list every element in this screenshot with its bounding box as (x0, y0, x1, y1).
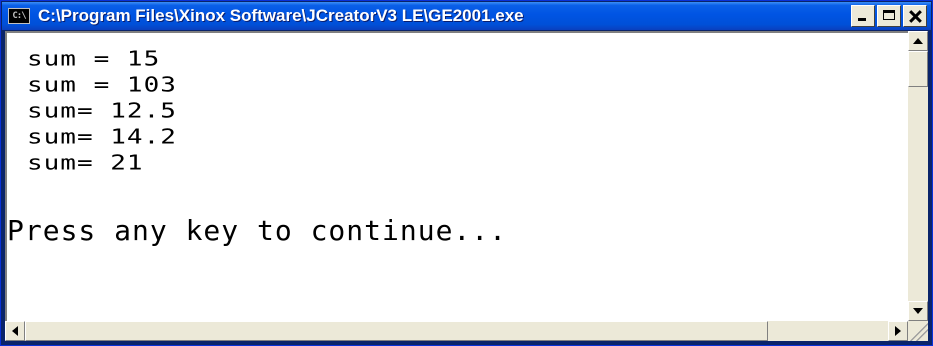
arrow-down-icon (913, 308, 923, 314)
minimize-button[interactable] (851, 5, 875, 27)
output-line: sum= 14.2 (27, 125, 177, 149)
horizontal-scrollbar[interactable] (5, 321, 908, 341)
scroll-left-button[interactable] (5, 321, 25, 341)
console-window: C:\ C:\Program Files\Xinox Software\JCre… (0, 0, 933, 346)
client-area: sum = 15 sum = 103 sum= 12.5 sum= 14.2 s… (5, 31, 928, 341)
console-output[interactable]: sum = 15 sum = 103 sum= 12.5 sum= 14.2 s… (5, 31, 908, 321)
arrow-right-icon (895, 326, 901, 336)
maximize-button[interactable] (877, 5, 901, 27)
output-line: sum = 15 (27, 47, 161, 71)
console-app-icon[interactable]: C:\ (8, 8, 30, 24)
vertical-scroll-thumb[interactable] (908, 51, 928, 87)
output-line: sum = 103 (27, 73, 177, 97)
title-bar[interactable]: C:\ C:\Program Files\Xinox Software\JCre… (2, 2, 931, 30)
caption-buttons (851, 5, 927, 27)
vertical-scrollbar[interactable] (908, 31, 928, 321)
output-line: sum= 12.5 (27, 99, 177, 123)
horizontal-scroll-thumb[interactable] (25, 321, 768, 341)
output-line: sum= 21 (27, 151, 144, 175)
resize-grip-icon[interactable] (908, 321, 928, 341)
close-button[interactable] (903, 5, 927, 27)
window-title: C:\Program Files\Xinox Software\JCreator… (38, 6, 524, 25)
arrow-left-icon (12, 326, 18, 336)
scroll-down-button[interactable] (908, 301, 928, 321)
scroll-up-button[interactable] (908, 31, 928, 51)
continue-prompt: Press any key to continue... (7, 214, 508, 247)
scroll-right-button[interactable] (888, 321, 908, 341)
arrow-up-icon (913, 38, 923, 44)
